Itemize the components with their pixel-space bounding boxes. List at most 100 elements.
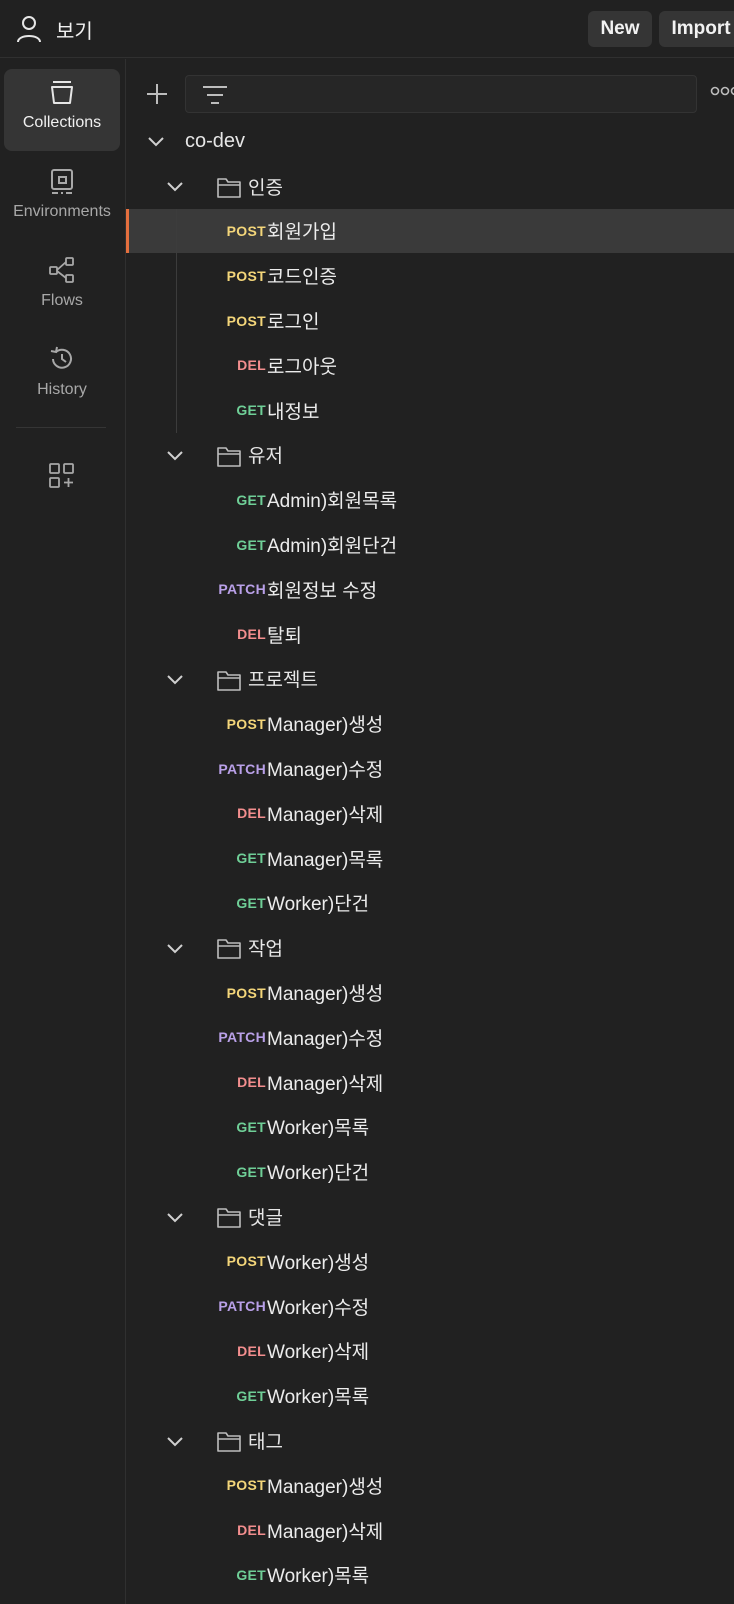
chevron-down-icon[interactable]: [165, 1431, 185, 1451]
chevron-down-icon[interactable]: [165, 445, 185, 465]
collections-icon: [51, 81, 73, 104]
chevron-down-icon[interactable]: [165, 1207, 185, 1227]
request-name: Worker)수정: [267, 1297, 370, 1319]
new-button[interactable]: New: [588, 11, 652, 47]
folder-icon: [217, 670, 241, 691]
http-method-badge: DEL: [237, 1522, 266, 1539]
request-row[interactable]: PATCH 회원정보 수정: [126, 567, 734, 612]
request-row[interactable]: DEL 탈퇴: [126, 612, 734, 657]
chevron-down-icon[interactable]: [146, 131, 166, 151]
request-row[interactable]: GET Manager)목록: [126, 836, 734, 881]
request-name: Worker)단건: [267, 894, 370, 916]
request-row[interactable]: DEL Manager)삭제: [126, 1508, 734, 1553]
tree-guide-line: [176, 208, 177, 254]
request-name: Manager)생성: [267, 715, 384, 737]
request-row[interactable]: GET Worker)목록: [126, 1105, 734, 1150]
folder-icon: [217, 446, 241, 467]
workspace-switcher[interactable]: 보기: [16, 12, 93, 46]
request-name: 코드인증: [267, 267, 337, 289]
request-row[interactable]: GET Worker)단건: [126, 1149, 734, 1194]
request-row[interactable]: POST 코드인증: [126, 253, 734, 299]
http-method-badge: GET: [236, 1566, 266, 1583]
chevron-down-icon[interactable]: [165, 669, 185, 689]
request-name: Worker)목록: [267, 1118, 370, 1140]
request-row[interactable]: PATCH Manager)수정: [126, 1015, 734, 1060]
http-method-badge: DEL: [237, 805, 266, 822]
request-row[interactable]: PATCH Worker)수정: [126, 1284, 734, 1329]
folder-row[interactable]: 프로젝트: [126, 657, 734, 702]
http-method-badge: PATCH: [218, 581, 266, 598]
sidebar-item-label: History: [37, 381, 87, 398]
http-method-badge: POST: [226, 267, 266, 284]
sidebar-divider: [16, 427, 106, 428]
add-workspace-widget-icon[interactable]: [49, 463, 75, 489]
request-name: Manager)삭제: [267, 1073, 384, 1095]
request-row[interactable]: GET Admin)회원단건: [126, 522, 734, 567]
chevron-down-icon[interactable]: [165, 938, 185, 958]
request-row[interactable]: GET Admin)회원목록: [126, 477, 734, 522]
request-row[interactable]: POST Manager)생성: [126, 701, 734, 746]
request-row[interactable]: DEL Worker)삭제: [126, 1329, 734, 1374]
sidebar-item-label: Collections: [22, 114, 102, 131]
folder-name: 프로젝트: [248, 670, 318, 692]
request-row[interactable]: GET 내정보: [126, 387, 734, 433]
tree-guide-line: [176, 253, 177, 299]
request-name: Worker)단건: [267, 1163, 370, 1185]
folder-row[interactable]: 댓글: [126, 1194, 734, 1239]
http-method-badge: DEL: [237, 626, 266, 643]
request-row[interactable]: GET Worker)단건: [126, 881, 734, 926]
request-name: Worker)삭제: [267, 1342, 370, 1364]
folder-icon: [217, 1208, 241, 1228]
request-name: Admin)회원단건: [267, 536, 398, 558]
request-name: Worker)목록: [267, 1566, 370, 1588]
request-row[interactable]: POST 로그인: [126, 298, 734, 343]
import-button[interactable]: Import: [659, 11, 734, 47]
request-row[interactable]: PATCH Manager)수정: [126, 746, 734, 791]
folder-name: 인증: [248, 177, 283, 199]
workspace-name: 보기: [56, 20, 93, 43]
folder-icon: [217, 939, 241, 960]
request-name: Manager)목록: [267, 849, 384, 871]
folder-row[interactable]: 인증: [126, 164, 734, 209]
sidebar-item-flows[interactable]: Flows: [4, 247, 120, 329]
request-row[interactable]: DEL Manager)삭제: [126, 1060, 734, 1105]
sidebar-item-history[interactable]: History: [4, 336, 120, 418]
collection-tree: co-dev 인증 POST 회원가입 POST 코드인증 POST 로그인 DEL 로그아웃 G…: [126, 119, 734, 1597]
request-row[interactable]: POST Manager)생성: [126, 970, 734, 1015]
folder-row[interactable]: 유저: [126, 433, 734, 478]
http-method-badge: POST: [226, 1477, 266, 1494]
http-method-badge: GET: [236, 1118, 266, 1135]
request-row[interactable]: GET Worker)목록: [126, 1553, 734, 1598]
request-row[interactable]: POST Worker)생성: [126, 1239, 734, 1284]
more-options-icon[interactable]: [710, 85, 734, 97]
tree-guide-line: [176, 298, 177, 343]
http-method-badge: GET: [236, 850, 266, 867]
sidebar: Collections Environments Flows History: [0, 59, 126, 1604]
filter-input[interactable]: [185, 75, 697, 113]
collection-row[interactable]: co-dev: [126, 119, 734, 164]
folder-row[interactable]: 작업: [126, 925, 734, 970]
chevron-down-icon[interactable]: [165, 176, 185, 196]
request-name: Manager)삭제: [267, 804, 384, 826]
request-row[interactable]: POST Manager)생성: [126, 1463, 734, 1508]
folder-name: 댓글: [248, 1208, 283, 1230]
request-row[interactable]: DEL Manager)삭제: [126, 791, 734, 836]
tree-guide-line: [176, 342, 177, 388]
request-name: 로그인: [267, 312, 320, 334]
folder-name: 유저: [248, 446, 283, 468]
flows-icon: [49, 257, 74, 283]
tree-guide-line: [176, 387, 177, 433]
request-name: Worker)목록: [267, 1387, 370, 1409]
folder-row[interactable]: 태그: [126, 1418, 734, 1463]
request-name: Admin)회원목록: [267, 491, 398, 513]
request-row[interactable]: GET Worker)목록: [126, 1373, 734, 1418]
request-row[interactable]: POST 회원가입: [126, 208, 734, 254]
http-method-badge: POST: [226, 715, 266, 732]
sidebar-item-collections[interactable]: Collections: [4, 69, 120, 151]
environments-icon: [51, 169, 73, 194]
sidebar-item-environments[interactable]: Environments: [4, 158, 120, 240]
folder-name: 작업: [248, 939, 283, 961]
plus-icon[interactable]: [142, 79, 172, 109]
http-method-badge: DEL: [237, 357, 266, 374]
request-row[interactable]: DEL 로그아웃: [126, 342, 734, 388]
